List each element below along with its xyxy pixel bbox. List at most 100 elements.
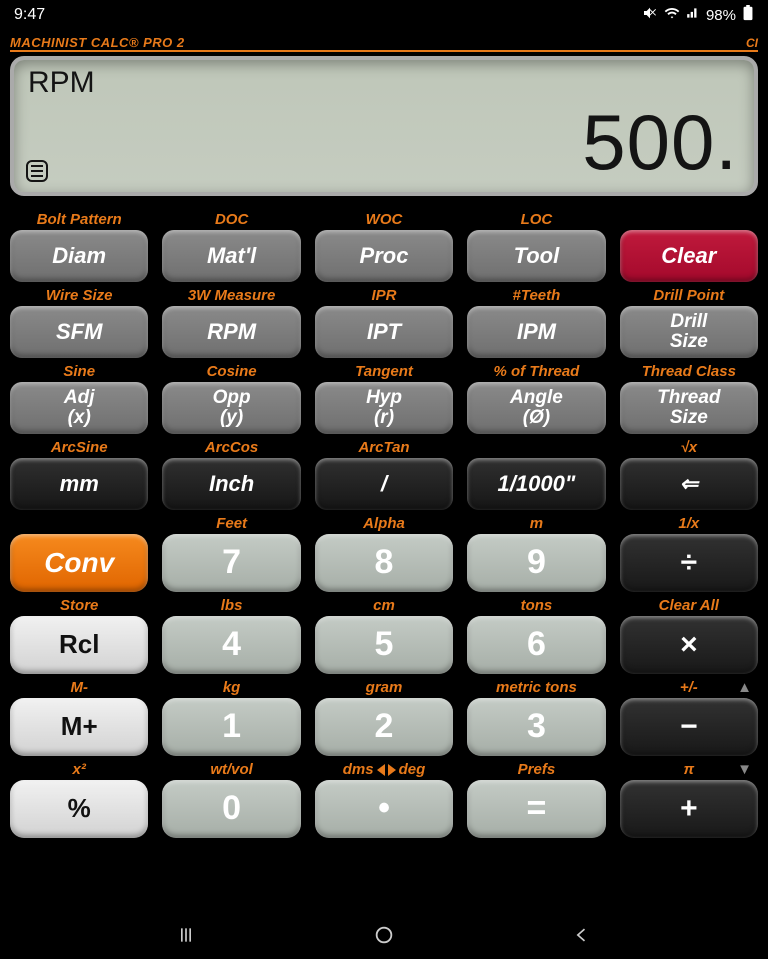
- key-label: Drill: [670, 312, 707, 332]
- key-key[interactable]: ⇐: [620, 458, 758, 510]
- status-icons: 98%: [642, 5, 754, 25]
- key-proc[interactable]: Proc: [315, 230, 453, 282]
- key-adj[interactable]: Adj(x): [10, 382, 148, 434]
- key-label: =: [526, 791, 546, 827]
- key-label: Angle: [510, 388, 563, 408]
- key-key[interactable]: −: [620, 698, 758, 756]
- signal-icon: [686, 6, 700, 24]
- key-m[interactable]: M+: [10, 698, 148, 756]
- key-label: 1/1000": [498, 472, 576, 495]
- key-8[interactable]: 8: [315, 534, 453, 592]
- key-label: mm: [60, 472, 99, 495]
- key-alt-label: x²: [10, 760, 148, 780]
- key-ipm[interactable]: IPM: [467, 306, 605, 358]
- key-label: Clear: [661, 244, 716, 267]
- key-conv[interactable]: Conv: [10, 534, 148, 592]
- key-alt-label: Cosine: [162, 362, 300, 382]
- key-alt-label: Wire Size: [10, 286, 148, 306]
- key-sublabel: Size: [670, 332, 708, 352]
- key-label: Adj: [64, 388, 95, 408]
- status-bar: 9:47 98%: [0, 0, 768, 30]
- key-alt-label: +/-▲: [620, 678, 758, 698]
- key-label: Conv: [44, 548, 114, 577]
- key-alt-label: Clear All: [620, 596, 758, 616]
- key-label: SFM: [56, 320, 102, 343]
- key-tool[interactable]: Tool: [467, 230, 605, 282]
- key-sublabel: (x): [68, 408, 91, 428]
- key-2[interactable]: 2: [315, 698, 453, 756]
- key-thread[interactable]: ThreadSize: [620, 382, 758, 434]
- key-label: RPM: [207, 320, 256, 343]
- key-label: Proc: [360, 244, 409, 267]
- key-5[interactable]: 5: [315, 616, 453, 674]
- key-label: ⇐: [680, 472, 698, 495]
- key-label: 5: [375, 627, 394, 663]
- key-alt-label: #Teeth: [467, 286, 605, 306]
- key-alt-label: IPR: [315, 286, 453, 306]
- brand-title: MACHINIST CALC® PRO 2: [10, 35, 185, 50]
- key-diam[interactable]: Diam: [10, 230, 148, 282]
- key-key[interactable]: =: [467, 780, 605, 838]
- key-alt-label: Thread Class: [620, 362, 758, 382]
- key-key[interactable]: ÷: [620, 534, 758, 592]
- battery-icon: [742, 5, 754, 25]
- key-label: 6: [527, 627, 546, 663]
- key-label: +: [680, 793, 698, 825]
- recents-button[interactable]: [174, 923, 198, 947]
- key-1[interactable]: 1: [162, 698, 300, 756]
- key-alt-label: kg: [162, 678, 300, 698]
- key-alt-label: cm: [315, 596, 453, 616]
- brand-underline: [10, 50, 758, 52]
- home-button[interactable]: [372, 923, 396, 947]
- key-label: %: [68, 795, 91, 822]
- key-angle[interactable]: Angle(Ø): [467, 382, 605, 434]
- key-drill[interactable]: DrillSize: [620, 306, 758, 358]
- key-alt-label: Feet: [162, 514, 300, 534]
- key-key[interactable]: +: [620, 780, 758, 838]
- display-mode: RPM: [28, 66, 740, 100]
- display-value: 500.: [582, 97, 738, 188]
- back-button[interactable]: [570, 923, 594, 947]
- key-6[interactable]: 6: [467, 616, 605, 674]
- key-ipt[interactable]: IPT: [315, 306, 453, 358]
- key-label: 1: [222, 709, 241, 745]
- key-alt-label: 3W Measure: [162, 286, 300, 306]
- key-key[interactable]: •: [315, 780, 453, 838]
- key-alt-label: [10, 514, 148, 534]
- wifi-icon: [664, 5, 680, 25]
- key-label: /: [381, 472, 387, 495]
- key-clear[interactable]: Clear: [620, 230, 758, 282]
- key-label: M+: [61, 713, 98, 740]
- key-key[interactable]: %: [10, 780, 148, 838]
- battery-percent: 98%: [706, 7, 736, 24]
- key-alt-label: tons: [467, 596, 605, 616]
- key-alt-label: [467, 438, 605, 458]
- key-opp[interactable]: Opp(y): [162, 382, 300, 434]
- key-alt-label: √x: [620, 438, 758, 458]
- key-1-1000[interactable]: 1/1000": [467, 458, 605, 510]
- key-sfm[interactable]: SFM: [10, 306, 148, 358]
- key-rpm[interactable]: RPM: [162, 306, 300, 358]
- key-label: Diam: [52, 244, 106, 267]
- key-rcl[interactable]: Rcl: [10, 616, 148, 674]
- key-key[interactable]: /: [315, 458, 453, 510]
- key-label: ×: [680, 629, 698, 661]
- key-hyp[interactable]: Hyp(r): [315, 382, 453, 434]
- key-alt-label: % of Thread: [467, 362, 605, 382]
- key-9[interactable]: 9: [467, 534, 605, 592]
- key-7[interactable]: 7: [162, 534, 300, 592]
- key-mm[interactable]: mm: [10, 458, 148, 510]
- key-3[interactable]: 3: [467, 698, 605, 756]
- key-label: 8: [375, 545, 394, 581]
- key-inch[interactable]: Inch: [162, 458, 300, 510]
- key-label: IPT: [367, 320, 401, 343]
- key-key[interactable]: ×: [620, 616, 758, 674]
- key-mat-l[interactable]: Mat'l: [162, 230, 300, 282]
- key-0[interactable]: 0: [162, 780, 300, 838]
- key-alt-label: M-: [10, 678, 148, 698]
- key-label: 7: [222, 545, 241, 581]
- menu-icon[interactable]: [26, 160, 48, 182]
- key-alt-label: DOC: [162, 210, 300, 230]
- key-4[interactable]: 4: [162, 616, 300, 674]
- key-alt-label: m: [467, 514, 605, 534]
